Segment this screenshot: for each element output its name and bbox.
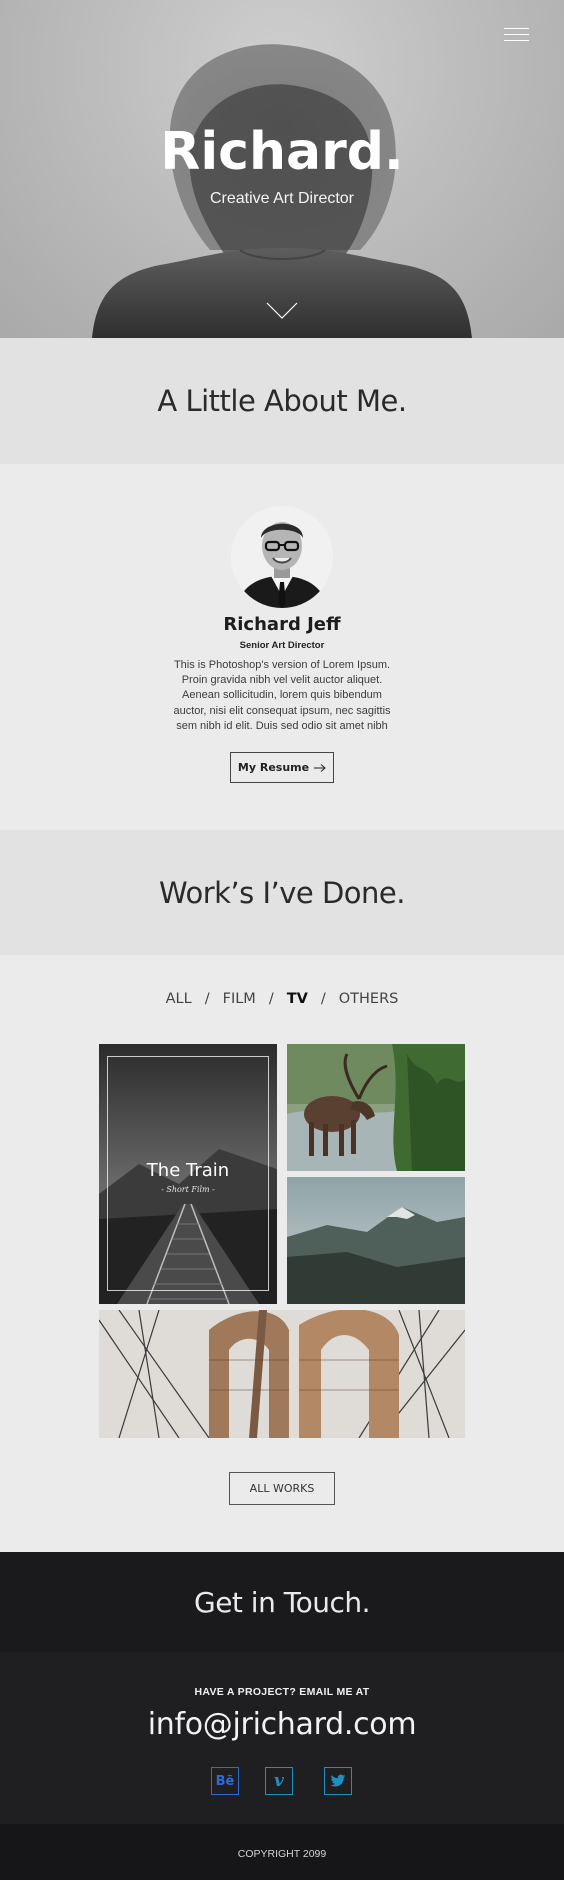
hamburger-menu-icon[interactable] <box>504 28 529 42</box>
chevron-down-icon[interactable] <box>266 302 298 320</box>
twitter-bird-icon <box>330 1774 346 1787</box>
resume-button-label: My Resume <box>237 761 310 774</box>
hero-title: Richard. <box>160 122 404 182</box>
footer: COPYRIGHT 2099 <box>0 1824 564 1880</box>
train-tile-subtitle: - Short Film - <box>161 1185 215 1194</box>
filter-separator: / <box>268 991 274 1007</box>
work-tile-bridge[interactable] <box>99 1310 465 1438</box>
avatar <box>231 506 333 608</box>
my-resume-button[interactable]: My Resume <box>230 752 334 783</box>
contact-label: HAVE A PROJECT? EMAIL ME AT <box>194 1686 370 1698</box>
contact-email-link[interactable]: info@jrichard.com <box>0 1707 564 1742</box>
person-role: Senior Art Director <box>239 640 325 651</box>
moose-photo <box>287 1044 465 1171</box>
about-heading-band: A Little About Me. <box>0 338 564 464</box>
twitter-icon[interactable] <box>324 1767 352 1795</box>
filter-separator: / <box>204 991 210 1007</box>
arrow-right-icon <box>314 763 326 772</box>
work-filters: ALL / FILM / TV / OTHERS <box>0 991 564 1007</box>
bridge-photo <box>99 1310 465 1438</box>
work-tile-the-train[interactable]: The Train - Short Film - <box>99 1044 277 1304</box>
filter-others[interactable]: OTHERS <box>339 991 399 1007</box>
vimeo-glyph: v <box>274 1771 284 1791</box>
behance-icon[interactable]: Bē <box>211 1767 239 1795</box>
mountain-photo <box>287 1177 465 1304</box>
person-bio: This is Photoshop's version of Lorem Ips… <box>173 659 391 732</box>
works-section: ALL / FILM / TV / OTHERS The Train - Sho… <box>0 955 564 1552</box>
about-heading: A Little About Me. <box>157 384 407 418</box>
works-heading-band: Work’s I’ve Done. <box>0 830 564 955</box>
hero-section: Richard. Creative Art Director <box>0 0 564 338</box>
avatar-photo <box>231 506 333 608</box>
all-works-button[interactable]: ALL WORKS <box>229 1472 335 1505</box>
contact-section: HAVE A PROJECT? EMAIL ME AT info@jrichar… <box>0 1652 564 1824</box>
train-tile-title: The Train <box>146 1160 230 1181</box>
about-section: Richard Jeff Senior Art Director This is… <box>0 464 564 830</box>
copyright-text: COPYRIGHT 2099 <box>237 1848 327 1860</box>
behance-glyph: Bē <box>215 1773 235 1789</box>
contact-heading-band: Get in Touch. <box>0 1552 564 1652</box>
works-heading: Work’s I’ve Done. <box>159 876 406 910</box>
filter-film[interactable]: FILM <box>223 991 256 1007</box>
contact-heading: Get in Touch. <box>194 1586 371 1619</box>
work-tile-moose[interactable] <box>287 1044 465 1171</box>
hero-subtitle: Creative Art Director <box>209 190 355 207</box>
filter-separator: / <box>320 991 326 1007</box>
vimeo-icon[interactable]: v <box>265 1767 293 1795</box>
filter-all[interactable]: ALL <box>166 991 192 1007</box>
work-tile-mountain[interactable] <box>287 1177 465 1304</box>
filter-tv[interactable]: TV <box>287 991 308 1007</box>
person-name: Richard Jeff <box>223 614 341 635</box>
